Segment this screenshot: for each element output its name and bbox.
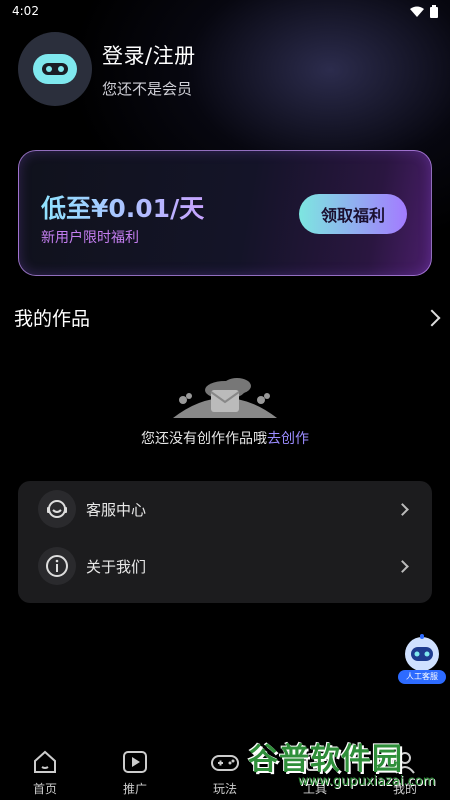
settings-menu: 客服中心 关于我们 <box>18 481 432 603</box>
tab-promote[interactable]: 推广 <box>100 748 170 800</box>
status-time: 4:02 <box>12 4 39 18</box>
headset-icon <box>38 490 76 528</box>
site-watermark: 谷普软件园 www.gupuxiazai.com <box>248 734 448 796</box>
battery-icon <box>430 4 438 18</box>
tab-home[interactable]: 首页 <box>10 748 80 800</box>
empty-works-illustration <box>173 378 277 418</box>
tab-label: 首页 <box>32 782 57 796</box>
vip-promo-card[interactable]: 低至¥0.01/天 新用户限时福利 领取福利 <box>18 150 432 276</box>
home-icon <box>34 750 56 773</box>
support-robot-icon <box>405 634 439 671</box>
menu-item-customer-service[interactable]: 客服中心 <box>18 484 432 534</box>
login-register-link[interactable]: 登录/注册 <box>102 40 196 70</box>
status-icons <box>410 4 438 18</box>
watermark-url: www.gupuxiazai.com <box>298 774 436 789</box>
watermark-brand: 谷普软件园 <box>248 742 403 777</box>
chevron-right-icon <box>396 502 409 516</box>
my-works-title: 我的作品 <box>14 308 91 330</box>
live-support-label: 人工客服 <box>398 670 446 684</box>
play-icon <box>123 751 147 773</box>
claim-benefit-button[interactable]: 领取福利 <box>299 194 407 234</box>
wifi-icon <box>410 6 424 17</box>
vip-price: 低至¥0.01/天 <box>41 189 204 225</box>
menu-label-about-us: 关于我们 <box>86 557 147 576</box>
status-bar: 4:02 <box>0 0 450 22</box>
tab-label: 推广 <box>122 782 147 796</box>
empty-works-text: 您还没有创作作品哦 <box>141 431 267 447</box>
membership-status: 您还不是会员 <box>102 79 193 98</box>
go-create-link[interactable]: 去创作 <box>267 431 309 447</box>
menu-label-customer-service: 客服中心 <box>86 500 147 519</box>
vip-subtitle: 新用户限时福利 <box>41 230 139 246</box>
menu-item-about-us[interactable]: 关于我们 <box>18 541 432 591</box>
gamepad-icon <box>211 755 239 771</box>
info-icon <box>38 547 76 585</box>
avatar[interactable] <box>18 32 92 106</box>
tab-label: 玩法 <box>212 782 237 796</box>
empty-works-message: 您还没有创作作品哦去创作 <box>0 428 450 448</box>
chevron-right-icon[interactable] <box>423 309 441 326</box>
robot-avatar-icon <box>33 54 77 84</box>
my-works-header[interactable]: 我的作品 <box>14 304 441 331</box>
live-support-button[interactable]: 人工客服 <box>398 634 446 686</box>
profile-header[interactable]: 登录/注册 您还不是会员 <box>18 32 196 106</box>
chevron-right-icon <box>396 559 409 573</box>
